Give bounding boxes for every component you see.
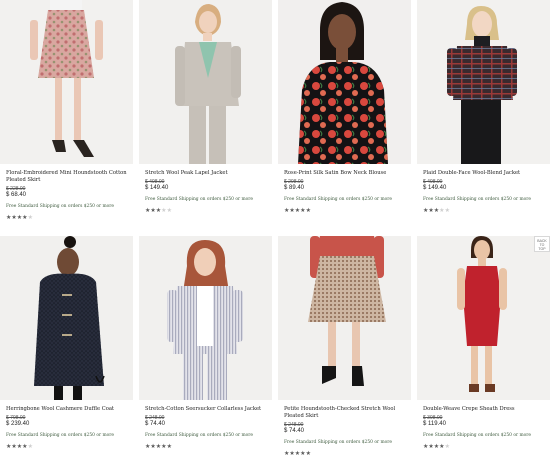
star-empty-icon: ★: [27, 443, 33, 450]
star-filled-icon: ★: [166, 443, 172, 450]
rating-stars: ★★★★★: [423, 207, 450, 214]
product-card[interactable]: Rose-Print Silk Satin Bow Neck Blouse $ …: [278, 0, 411, 230]
star-empty-icon: ★: [27, 214, 33, 221]
shipping-note: Free Standard Shipping on orders $250 or…: [423, 433, 531, 438]
product-card[interactable]: Stretch Wool Peak Lapel Jacket $ 498.00 …: [139, 0, 272, 230]
product-card[interactable]: Petite Houndstooth-Checked Stretch Wool …: [278, 236, 411, 457]
product-image[interactable]: [0, 236, 133, 400]
product-image[interactable]: [139, 236, 272, 400]
product-name[interactable]: Stretch-Cotton Seersucker Collarless Jac…: [145, 406, 270, 413]
rating-stars: ★★★★★: [6, 214, 33, 221]
product-grid: Floral-Embroidered Mini Houndstooth Cott…: [0, 0, 550, 457]
product-name[interactable]: Double-Weave Crepe Sheath Dress: [423, 406, 548, 413]
product-image[interactable]: [278, 0, 411, 164]
shipping-note: Free Standard Shipping on orders $250 or…: [145, 433, 253, 438]
shipping-note: Free Standard Shipping on orders $250 or…: [284, 197, 392, 202]
product-card[interactable]: Floral-Embroidered Mini Houndstooth Cott…: [0, 0, 133, 230]
product-image[interactable]: [278, 236, 411, 400]
rating-stars: ★★★★★: [284, 207, 311, 214]
sale-price: $ 149.40: [423, 185, 447, 191]
product-image[interactable]: [417, 0, 550, 164]
rating-stars: ★★★★★: [145, 443, 172, 450]
product-card[interactable]: Double-Weave Crepe Sheath Dress $ 398.00…: [417, 236, 550, 457]
star-filled-icon: ★: [305, 450, 311, 457]
product-card[interactable]: Stretch-Cotton Seersucker Collarless Jac…: [139, 236, 272, 457]
rating-stars: ★★★★★: [284, 450, 311, 457]
product-name[interactable]: Floral-Embroidered Mini Houndstooth Cott…: [6, 170, 131, 184]
star-filled-icon: ★: [305, 207, 311, 214]
back-to-top-label-3: TOP: [538, 247, 546, 251]
sale-price: $ 239.40: [6, 421, 30, 427]
product-image[interactable]: [0, 0, 133, 164]
shipping-note: Free Standard Shipping on orders $250 or…: [284, 440, 392, 445]
sale-price: $ 74.40: [145, 421, 166, 427]
shipping-note: Free Standard Shipping on orders $250 or…: [423, 197, 531, 202]
star-empty-icon: ★: [166, 207, 172, 214]
rating-stars: ★★★★★: [423, 443, 450, 450]
rating-stars: ★★★★★: [6, 443, 33, 450]
shipping-note: Free Standard Shipping on orders $250 or…: [6, 204, 114, 209]
product-card[interactable]: Herringbone Wool Cashmere Duffle Coat $ …: [0, 236, 133, 457]
sale-price: $ 119.40: [423, 421, 446, 427]
rating-stars: ★★★★★: [145, 207, 172, 214]
product-name[interactable]: Plaid Double-Face Wool-Blend Jacket: [423, 170, 548, 177]
shipping-note: Free Standard Shipping on orders $250 or…: [6, 433, 114, 438]
product-name[interactable]: Petite Houndstooth-Checked Stretch Wool …: [284, 406, 409, 420]
back-to-top-button[interactable]: BACK TO TOP: [534, 236, 550, 252]
product-name[interactable]: Rose-Print Silk Satin Bow Neck Blouse: [284, 170, 409, 177]
sale-price: $ 89.40: [284, 185, 305, 191]
product-name[interactable]: Stretch Wool Peak Lapel Jacket: [145, 170, 270, 177]
star-empty-icon: ★: [444, 443, 450, 450]
sale-price: $ 149.40: [145, 185, 169, 191]
product-name[interactable]: Herringbone Wool Cashmere Duffle Coat: [6, 406, 131, 413]
sale-price: $ 74.40: [284, 428, 305, 434]
product-image[interactable]: [139, 0, 272, 164]
sale-price: $ 68.40: [6, 192, 27, 198]
star-empty-icon: ★: [444, 207, 450, 214]
shipping-note: Free Standard Shipping on orders $250 or…: [145, 197, 253, 202]
product-image[interactable]: [417, 236, 550, 400]
product-card[interactable]: Plaid Double-Face Wool-Blend Jacket $ 49…: [417, 0, 550, 230]
